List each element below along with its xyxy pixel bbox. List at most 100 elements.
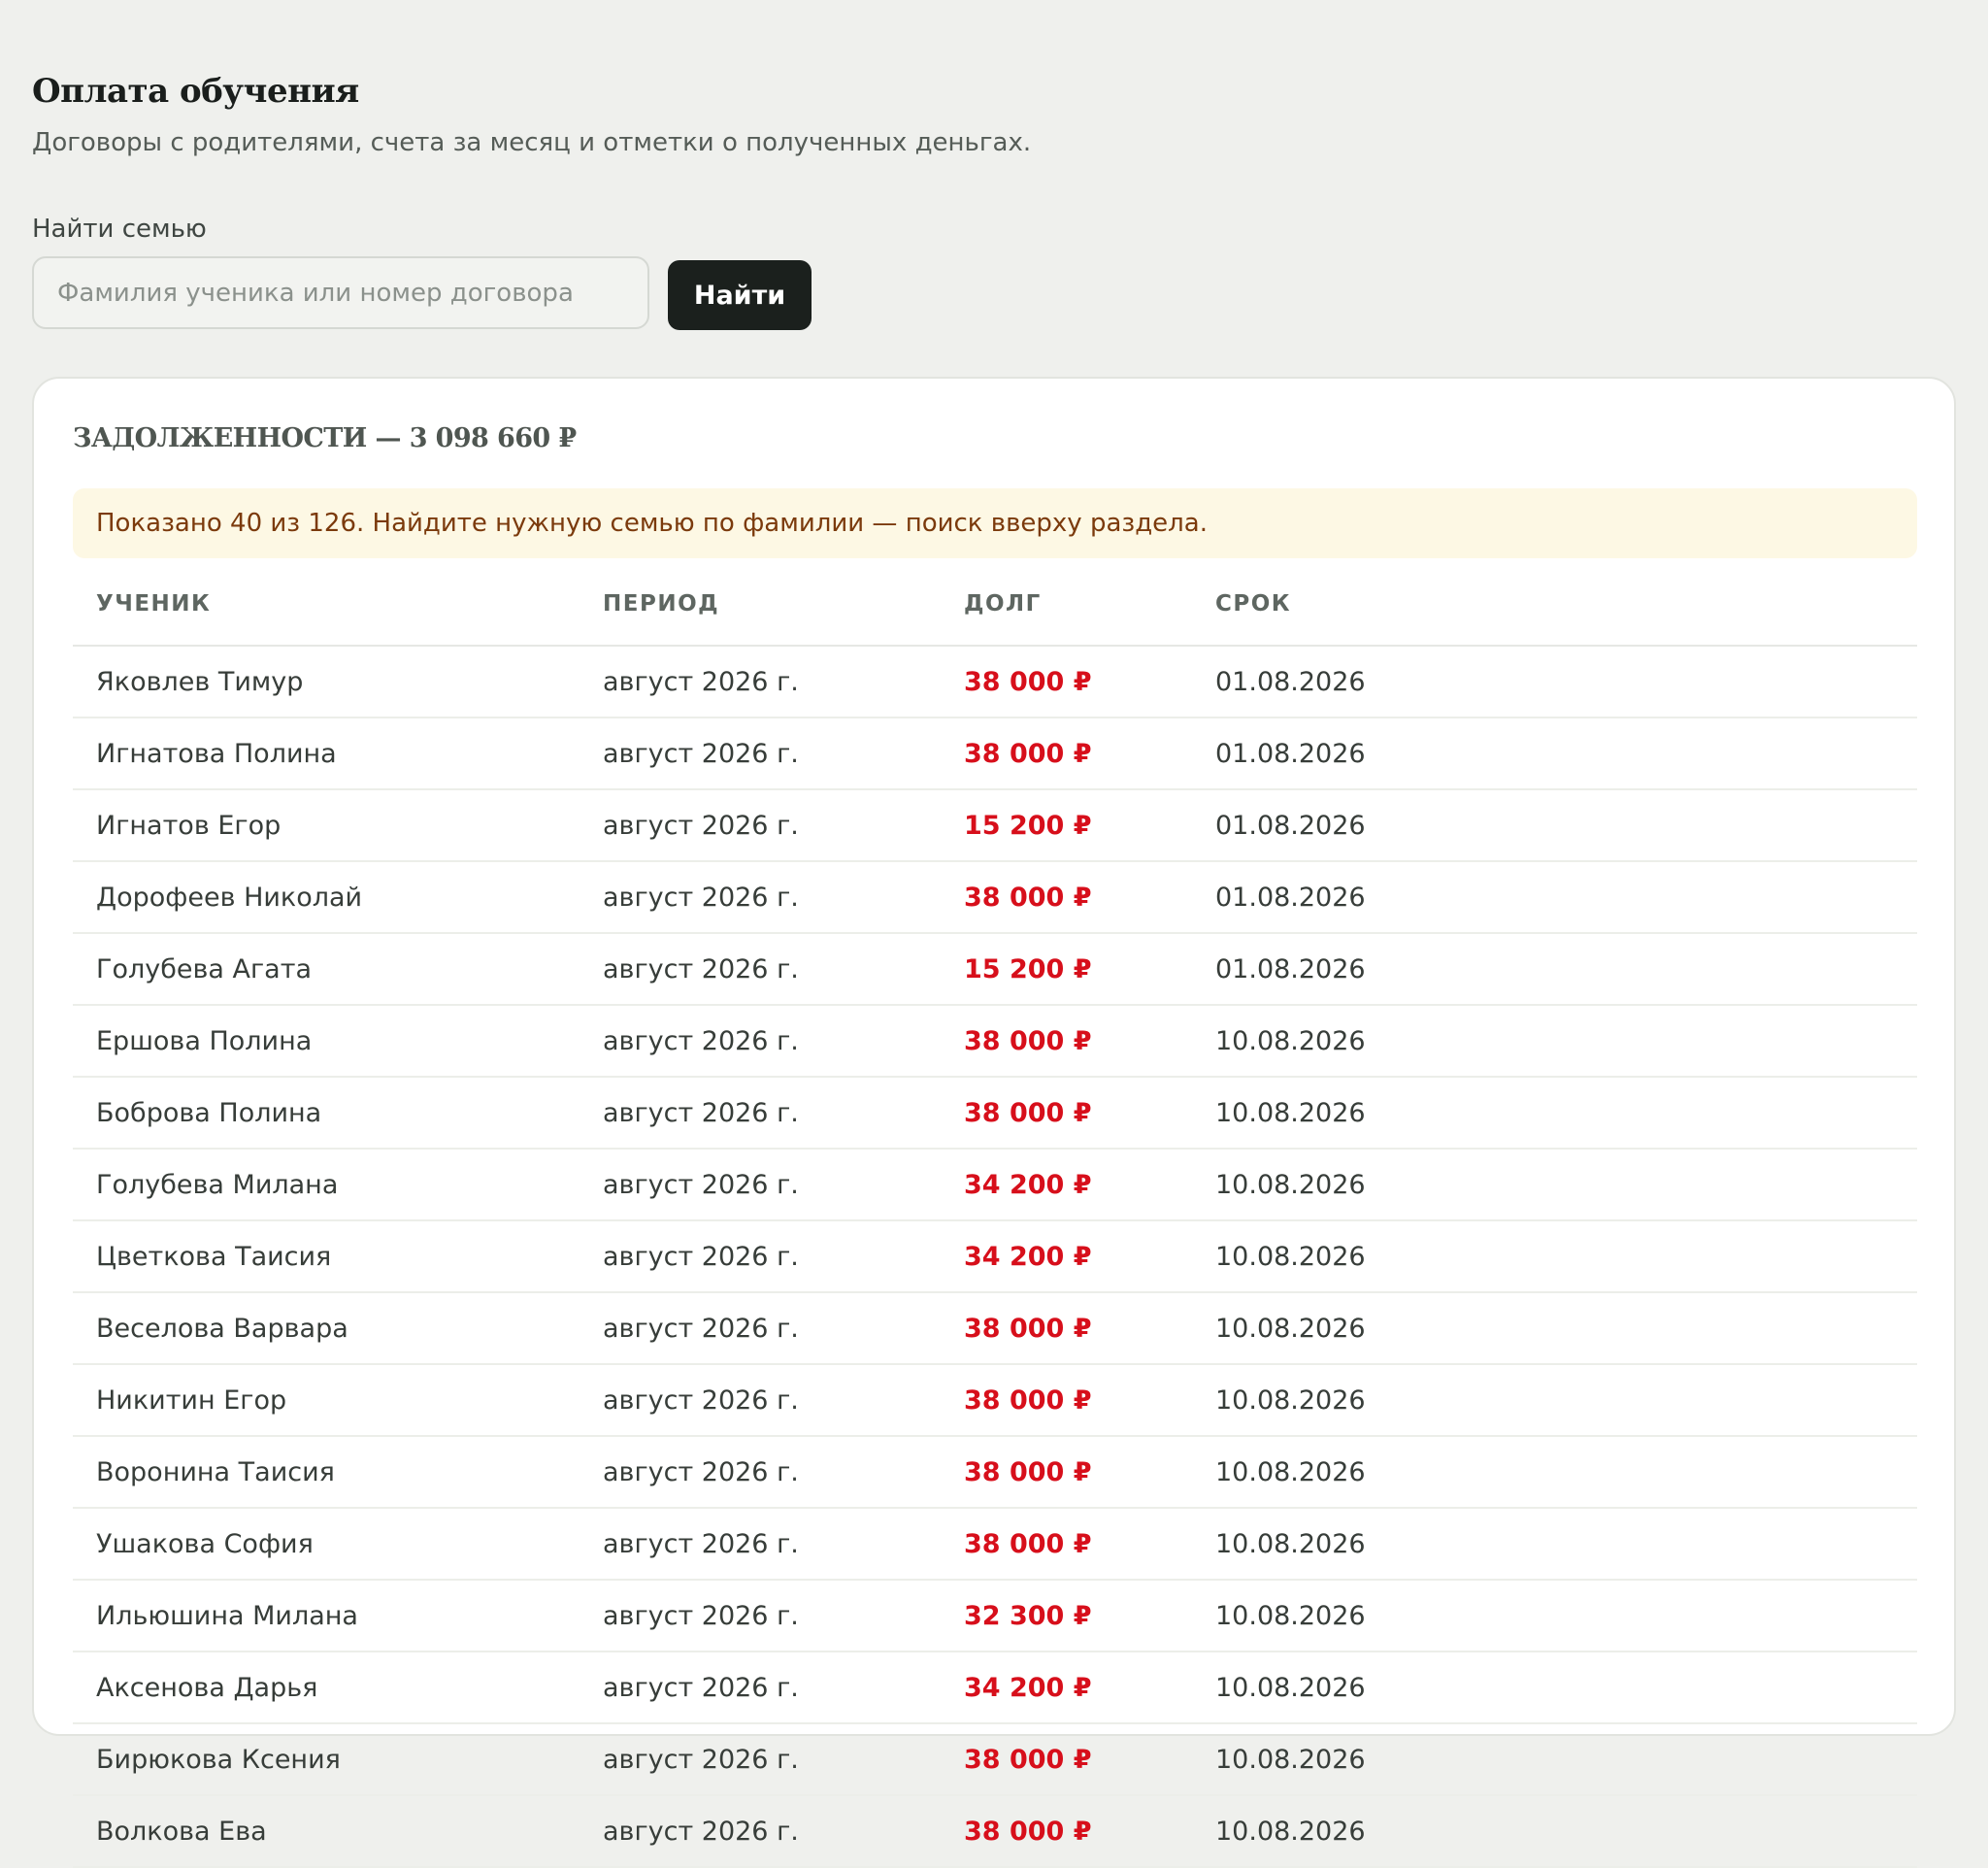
cell-due-date: 10.08.2026 — [1192, 1508, 1917, 1581]
cell-student: Аксенова Дарья — [73, 1651, 580, 1724]
cell-period: август 2026 г. — [580, 1723, 941, 1796]
cell-student: Голубева Агата — [73, 933, 580, 1006]
table-row[interactable]: Яковлев Тимур август 2026 г. 38 000 ₽01.08… — [73, 646, 1917, 718]
cell-debt-amount: 38 000 ₽ — [941, 646, 1192, 718]
cell-debt-amount: 38 000 ₽ — [941, 1292, 1192, 1365]
cell-student: Игнатов Егор — [73, 789, 580, 862]
table-row[interactable]: Ершова Полина август 2026 г. 38 000 ₽10.08… — [73, 1005, 1917, 1078]
cell-due-date: 10.08.2026 — [1192, 1220, 1917, 1293]
cell-student: Ильюшина Милана — [73, 1580, 580, 1652]
cell-student: Игнатова Полина — [73, 717, 580, 790]
table-row[interactable]: Ильюшина Милана август 2026 г. 32 300 ₽10.… — [73, 1580, 1917, 1652]
cell-period: август 2026 г. — [580, 1364, 941, 1437]
cell-period: август 2026 г. — [580, 1292, 941, 1365]
table-row[interactable]: Бирюкова Ксения август 2026 г. 38 000 ₽10.… — [73, 1723, 1917, 1796]
cell-due-date: 01.08.2026 — [1192, 717, 1917, 790]
debts-table: УЧЕНИК ПЕРИОД ДОЛГ СРОК Яковлев Тимур авг… — [73, 563, 1917, 1868]
table-row[interactable]: Аксенова Дарья август 2026 г. 34 200 ₽10.0… — [73, 1651, 1917, 1724]
cell-period: август 2026 г. — [580, 1149, 941, 1221]
table-row[interactable]: Боброва Полина август 2026 г. 38 000 ₽10.0… — [73, 1077, 1917, 1150]
notice-banner: Показано 40 из 126. Найдите нужную семью… — [73, 488, 1917, 558]
column-header-student: УЧЕНИК — [73, 563, 580, 647]
cell-due-date: 01.08.2026 — [1192, 861, 1917, 934]
cell-debt-amount: 15 200 ₽ — [941, 789, 1192, 862]
column-header-due: СРОК — [1192, 563, 1917, 647]
cell-student: Веселова Варвара — [73, 1292, 580, 1365]
cell-period: август 2026 г. — [580, 1651, 941, 1724]
cell-due-date: 01.08.2026 — [1192, 789, 1917, 862]
cell-due-date: 10.08.2026 — [1192, 1077, 1917, 1150]
table-row[interactable]: Игнатов Егор август 2026 г. 15 200 ₽01.08.… — [73, 789, 1917, 862]
debts-table-body: Яковлев Тимур август 2026 г. 38 000 ₽01.08… — [73, 646, 1917, 1868]
search-label: Найти семью — [32, 215, 207, 244]
cell-debt-amount: 38 000 ₽ — [941, 717, 1192, 790]
page-subtitle: Договоры с родителями, счета за месяц и … — [32, 128, 1032, 157]
cell-student: Цветкова Таисия — [73, 1220, 580, 1293]
cell-period: август 2026 г. — [580, 1795, 941, 1868]
column-header-period: ПЕРИОД — [580, 563, 941, 647]
cell-period: август 2026 г. — [580, 1436, 941, 1509]
table-row[interactable]: Никитин Егор август 2026 г. 38 000 ₽10.08.… — [73, 1364, 1917, 1437]
cell-debt-amount: 34 200 ₽ — [941, 1220, 1192, 1293]
cell-period: август 2026 г. — [580, 1580, 941, 1652]
cell-period: август 2026 г. — [580, 717, 941, 790]
table-header-row: УЧЕНИК ПЕРИОД ДОЛГ СРОК — [73, 563, 1917, 647]
cell-due-date: 01.08.2026 — [1192, 646, 1917, 718]
page-title: Оплата обучения — [32, 72, 359, 111]
cell-debt-amount: 38 000 ₽ — [941, 1077, 1192, 1150]
cell-student: Воронина Таисия — [73, 1436, 580, 1509]
debts-card: ЗАДОЛЖЕННОСТИ — 3 098 660 ₽ Показано 40 … — [32, 377, 1956, 1868]
cell-period: август 2026 г. — [580, 1508, 941, 1581]
cell-student: Яковлев Тимур — [73, 646, 580, 718]
cell-debt-amount: 38 000 ₽ — [941, 1364, 1192, 1437]
table-row[interactable]: Голубева Милана август 2026 г. 34 200 ₽10.… — [73, 1149, 1917, 1221]
table-row[interactable]: Игнатова Полина август 2026 г. 38 000 ₽01.… — [73, 717, 1917, 790]
cell-due-date: 10.08.2026 — [1192, 1580, 1917, 1652]
cell-period: август 2026 г. — [580, 1077, 941, 1150]
table-row[interactable]: Голубева Агата август 2026 г. 15 200 ₽01.0… — [73, 933, 1917, 1006]
cell-debt-amount: 38 000 ₽ — [941, 1795, 1192, 1868]
cell-student: Бирюкова Ксения — [73, 1723, 580, 1796]
cell-student: Дорофеев Николай — [73, 861, 580, 934]
table-row[interactable]: Цветкова Таисия август 2026 г. 34 200 ₽10.… — [73, 1220, 1917, 1293]
cell-student: Ушакова София — [73, 1508, 580, 1581]
cell-due-date: 10.08.2026 — [1192, 1436, 1917, 1509]
cell-due-date: 10.08.2026 — [1192, 1292, 1917, 1365]
table-row[interactable]: Дорофеев Николай август 2026 г. 38 000 ₽01… — [73, 861, 1917, 934]
cell-period: август 2026 г. — [580, 646, 941, 718]
cell-due-date: 10.08.2026 — [1192, 1723, 1917, 1796]
cell-due-date: 10.08.2026 — [1192, 1651, 1917, 1724]
cell-debt-amount: 38 000 ₽ — [941, 1723, 1192, 1796]
debts-heading: ЗАДОЛЖЕННОСТИ — 3 098 660 ₽ — [73, 423, 577, 453]
cell-due-date: 01.08.2026 — [1192, 933, 1917, 1006]
table-row[interactable]: Ушакова София август 2026 г. 38 000 ₽10.08… — [73, 1508, 1917, 1581]
cell-debt-amount: 32 300 ₽ — [941, 1580, 1192, 1652]
search-input[interactable] — [32, 256, 649, 329]
cell-debt-amount: 15 200 ₽ — [941, 933, 1192, 1006]
cell-due-date: 10.08.2026 — [1192, 1795, 1917, 1868]
column-header-debt: ДОЛГ — [941, 563, 1192, 647]
cell-debt-amount: 38 000 ₽ — [941, 861, 1192, 934]
cell-due-date: 10.08.2026 — [1192, 1149, 1917, 1221]
cell-debt-amount: 34 200 ₽ — [941, 1651, 1192, 1724]
cell-student: Боброва Полина — [73, 1077, 580, 1150]
table-row[interactable]: Волкова Ева август 2026 г. 38 000 ₽10.08.2… — [73, 1795, 1917, 1868]
cell-debt-amount: 38 000 ₽ — [941, 1436, 1192, 1509]
cell-debt-amount: 38 000 ₽ — [941, 1508, 1192, 1581]
cell-period: август 2026 г. — [580, 933, 941, 1006]
cell-period: август 2026 г. — [580, 1005, 941, 1078]
table-row[interactable]: Воронина Таисия август 2026 г. 38 000 ₽10.… — [73, 1436, 1917, 1509]
cell-due-date: 10.08.2026 — [1192, 1364, 1917, 1437]
cell-student: Никитин Егор — [73, 1364, 580, 1437]
search-button[interactable]: Найти — [668, 260, 812, 330]
cell-student: Волкова Ева — [73, 1795, 580, 1868]
cell-student: Ершова Полина — [73, 1005, 580, 1078]
table-row[interactable]: Веселова Варвара август 2026 г. 38 000 ₽10… — [73, 1292, 1917, 1365]
cell-period: август 2026 г. — [580, 789, 941, 862]
cell-due-date: 10.08.2026 — [1192, 1005, 1917, 1078]
cell-student: Голубева Милана — [73, 1149, 580, 1221]
cell-debt-amount: 38 000 ₽ — [941, 1005, 1192, 1078]
cell-period: август 2026 г. — [580, 861, 941, 934]
cell-period: август 2026 г. — [580, 1220, 941, 1293]
cell-debt-amount: 34 200 ₽ — [941, 1149, 1192, 1221]
